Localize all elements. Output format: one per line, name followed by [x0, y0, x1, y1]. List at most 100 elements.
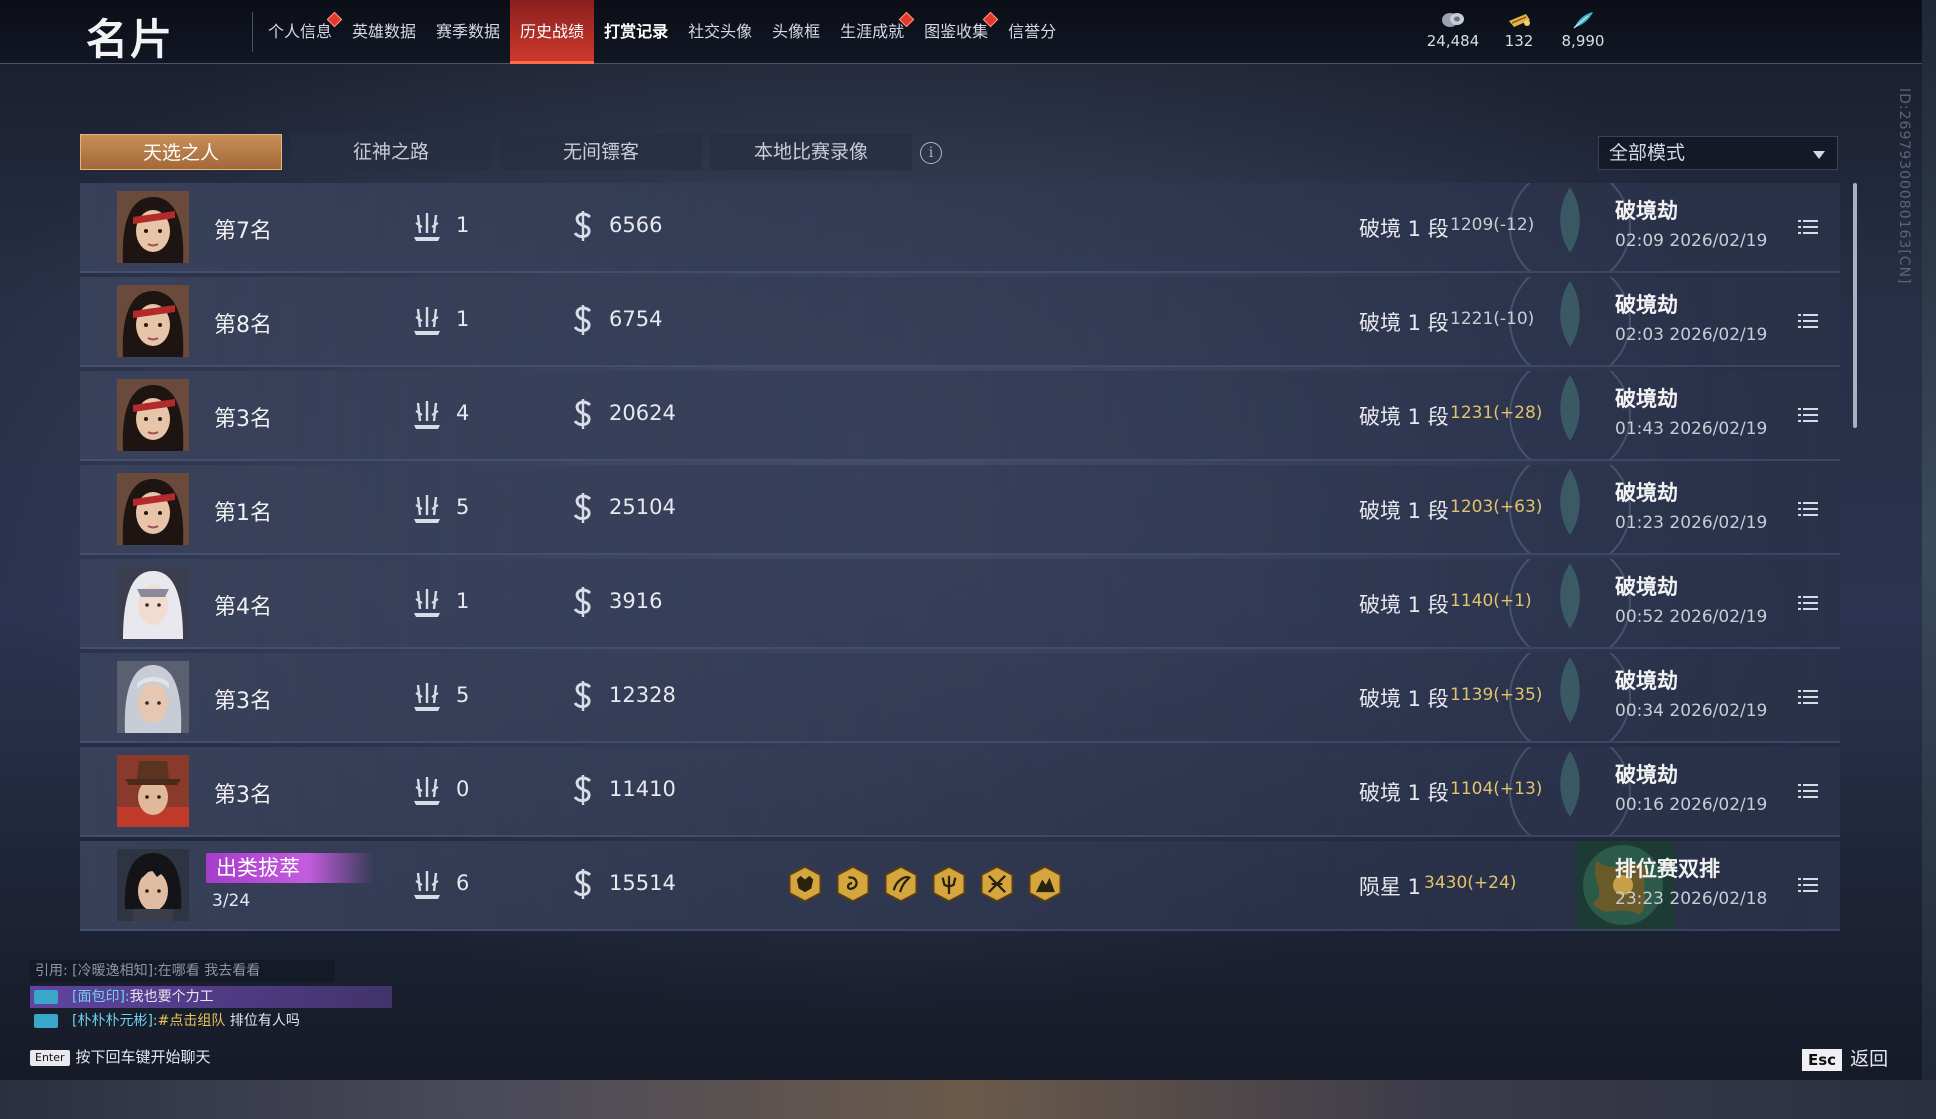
subtab-1[interactable]: 征神之路: [290, 134, 492, 170]
back-button[interactable]: Esc 返回: [1802, 1044, 1888, 1071]
trident-icon[interactable]: [930, 863, 968, 905]
player-avatar: [117, 661, 189, 733]
mountain-icon[interactable]: [1026, 863, 1064, 905]
chat-quote: 引用: [冷暖逸相知]:在哪看 我去看看: [30, 960, 335, 982]
money-icon: [570, 773, 596, 807]
money-earned: 6566: [609, 213, 663, 237]
game-mode: 破境劫: [1615, 387, 1678, 411]
tab-5[interactable]: 社交头像: [678, 0, 762, 64]
money-icon: [570, 679, 596, 713]
match-row[interactable]: 第3名 0 11410 破境 1 段 1104(+13) 破境劫 00:16 2026/02…: [80, 730, 1840, 852]
money-icon: [570, 585, 596, 619]
match-row[interactable]: 出类拔萃 3/24 6 15514 陨星 1 3430(+24) 排位赛双排 23:23 20…: [80, 841, 1840, 931]
tier-label: 破境 1 段: [1359, 499, 1449, 523]
rank-score: 1140(+1): [1450, 591, 1532, 611]
details-list-icon[interactable]: [1798, 407, 1818, 422]
details-list-icon[interactable]: [1798, 783, 1818, 798]
game-mode: 破境劫: [1615, 199, 1678, 223]
currency-feather: 8,990: [1548, 10, 1618, 50]
match-row[interactable]: 第3名 5 12328 破境 1 段 1139(+35) 破境劫 00:34 2026/02…: [80, 636, 1840, 758]
money-earned: 12328: [609, 683, 676, 707]
tab-0[interactable]: 个人信息: [258, 0, 343, 64]
demon-mask-icon[interactable]: [786, 863, 824, 905]
match-time: 00:34 2026/02/19: [1615, 701, 1768, 721]
match-time: 00:16 2026/02/19: [1615, 795, 1768, 815]
money-icon: [570, 397, 596, 431]
game-mode: 破境劫: [1615, 763, 1678, 787]
money-earned: 15514: [609, 871, 676, 895]
player-avatar: [117, 755, 189, 827]
hero-icon-list: [786, 863, 1064, 905]
chat-hint-text: 按下回车键开始聊天: [75, 1048, 211, 1066]
kills-icon: [410, 303, 444, 337]
phoenix-icon[interactable]: [882, 863, 920, 905]
rank-score: 3430(+24): [1424, 873, 1517, 893]
match-history-list: 第7名 1 6566 破境 1 段 1209(-12) 破境劫 02:09 2026/02/…: [80, 166, 1840, 935]
team-invite-link[interactable]: #点击组队: [158, 1013, 226, 1029]
placement-rank: 第7名: [214, 219, 272, 244]
tab-6[interactable]: 头像框: [762, 0, 830, 64]
tier-label: 破境 1 段: [1359, 781, 1449, 805]
rank-score: 1203(+63): [1450, 497, 1543, 517]
chat-message[interactable]: [朴朴朴元彬]:#点击组队 排位有人吗: [30, 1010, 300, 1032]
tab-7[interactable]: 生涯成就: [830, 0, 915, 64]
details-list-icon[interactable]: [1798, 877, 1818, 892]
game-mode: 破境劫: [1615, 293, 1678, 317]
player-avatar: [117, 567, 189, 639]
subtab-3[interactable]: 本地比赛录像: [710, 134, 912, 170]
kills-icon: [410, 773, 444, 807]
chat-message[interactable]: [面包印]:我也要个力工: [30, 986, 392, 1008]
tab-label: 历史战绩: [520, 22, 585, 41]
details-list-icon[interactable]: [1798, 219, 1818, 234]
tab-8[interactable]: 图鉴收集: [914, 0, 999, 64]
kills-icon: [410, 679, 444, 713]
subtab-0[interactable]: 天选之人: [80, 134, 282, 170]
details-list-icon[interactable]: [1798, 689, 1818, 704]
kills-icon: [410, 491, 444, 525]
tab-1[interactable]: 英雄数据: [342, 0, 426, 64]
tab-label: 个人信息: [268, 22, 333, 41]
tab-2[interactable]: 赛季数据: [426, 0, 510, 64]
mode-filter-select[interactable]: 全部模式: [1598, 136, 1838, 170]
game-mode: 排位赛双排: [1615, 857, 1720, 881]
scrollbar[interactable]: [1853, 183, 1857, 428]
match-time: 01:23 2026/02/19: [1615, 513, 1768, 533]
info-icon[interactable]: i: [920, 142, 942, 164]
enter-key-icon: Enter: [30, 1049, 70, 1066]
match-time: 23:23 2026/02/18: [1615, 889, 1768, 909]
details-list-icon[interactable]: [1798, 501, 1818, 516]
details-list-icon[interactable]: [1798, 313, 1818, 328]
dragon-coin-icon[interactable]: [834, 863, 872, 905]
tab-3[interactable]: 历史战绩: [510, 0, 595, 64]
tab-9[interactable]: 信誉分: [998, 0, 1066, 64]
kills-icon: [410, 397, 444, 431]
match-row[interactable]: 第3名 4 20624 破境 1 段 1231(+28) 破境劫 01:43 2026/02…: [80, 354, 1840, 476]
placement-rank: 第3名: [214, 689, 272, 714]
details-list-icon[interactable]: [1798, 595, 1818, 610]
tab-4[interactable]: 打赏记录: [594, 0, 678, 64]
chevron-down-icon: [1813, 151, 1825, 159]
currency-coin: 24,484: [1418, 10, 1488, 50]
subtab-2[interactable]: 无间镖客: [500, 134, 702, 170]
background-edge: [1922, 0, 1936, 1080]
chat-text: 排位有人吗: [225, 1013, 300, 1029]
match-row[interactable]: 第7名 1 6566 破境 1 段 1209(-12) 破境劫 02:09 2026/02/…: [80, 166, 1840, 288]
rank-score: 1231(+28): [1450, 403, 1543, 423]
match-row[interactable]: 第1名 5 25104 破境 1 段 1203(+63) 破境劫 01:23 2026/02…: [80, 448, 1840, 570]
money-earned: 20624: [609, 401, 676, 425]
kills-count: 0: [456, 777, 470, 801]
kills-icon: [410, 585, 444, 619]
money-icon: [570, 303, 596, 337]
placement-rank: 第4名: [214, 595, 272, 620]
match-row[interactable]: 第4名 1 3916 破境 1 段 1140(+1) 破境劫 00:52 2026/02/1…: [80, 542, 1840, 664]
rank-score: 1139(+35): [1450, 685, 1543, 705]
match-time: 01:43 2026/02/19: [1615, 419, 1768, 439]
money-icon: [570, 491, 596, 525]
tab-label: 打赏记录: [604, 22, 669, 41]
kills-count: 4: [456, 401, 470, 425]
chat-input-hint[interactable]: Enter 按下回车键开始聊天: [30, 1046, 211, 1068]
kills-count: 1: [456, 307, 470, 331]
match-row[interactable]: 第8名 1 6754 破境 1 段 1221(-10) 破境劫 02:03 2026/02/…: [80, 260, 1840, 382]
crossed-swords-icon[interactable]: [978, 863, 1016, 905]
chat-sender: [朴朴朴元彬]:: [72, 1013, 158, 1029]
